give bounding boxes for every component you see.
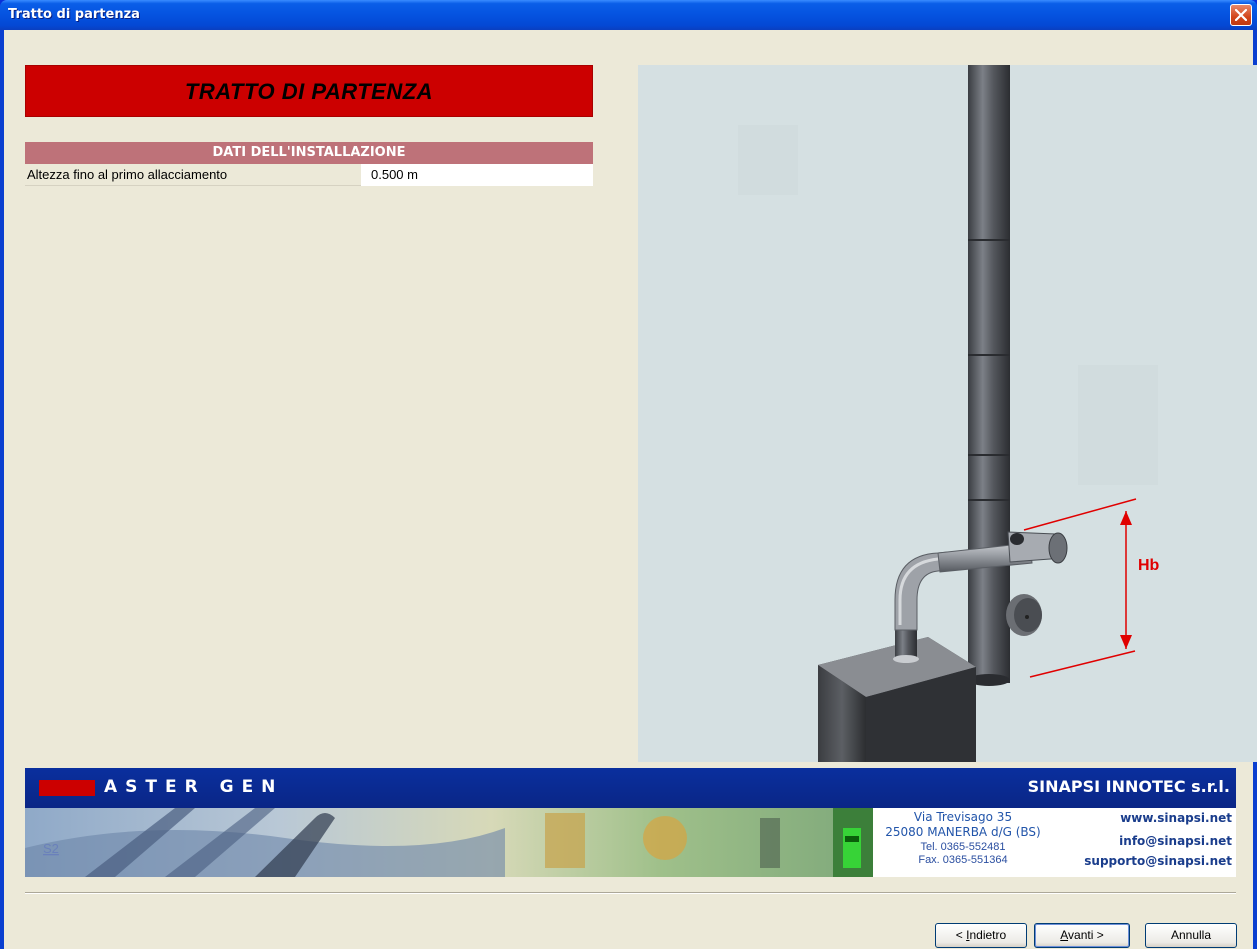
banner-artwork: S2 (25, 808, 873, 877)
hb-label: Hb (1138, 557, 1160, 574)
banner-header: ASTER GEN SINAPSI INNOTEC s.r.l. (25, 768, 1236, 808)
next-button[interactable]: Avanti > (1034, 923, 1130, 948)
support-email-link[interactable]: supporto@sinapsi.net (1084, 854, 1232, 868)
window-title: Tratto di partenza (8, 7, 140, 22)
page-heading-box: TRATTO DI PARTENZA (25, 65, 593, 117)
phone-number: Tel. 0365-552481 (920, 841, 1006, 853)
title-bar[interactable]: Tratto di partenza (0, 0, 1257, 30)
contact-info: Via Trevisago 35 25080 MANERBA d/G (BS) … (873, 808, 1236, 877)
product-brand: ASTER GEN (104, 777, 284, 797)
height-value-field[interactable]: 0.500 m (361, 164, 593, 186)
address-line-1: Via Trevisago 35 (913, 810, 1013, 824)
page-heading: TRATTO DI PARTENZA (184, 79, 434, 104)
company-banner: ASTER GEN SINAPSI INNOTEC s.r.l. S2 Via … (25, 768, 1236, 877)
address-line-2: 25080 MANERBA d/G (BS) (885, 825, 1041, 839)
dialog-content: TRATTO DI PARTENZA DATI DELL'INSTALLAZIO… (4, 30, 1257, 949)
company-name: SINAPSI INNOTEC s.r.l. (1027, 777, 1230, 796)
installation-illustration: Hb (638, 65, 1257, 762)
info-email-link[interactable]: info@sinapsi.net (1119, 834, 1232, 848)
vertical-flue (968, 65, 1010, 683)
s2-logo: S2 (43, 841, 59, 856)
close-icon (1235, 9, 1247, 21)
section-header: DATI DELL'INSTALLAZIONE (25, 142, 593, 164)
button-separator (25, 892, 1236, 894)
fax-number: Fax. 0365-551364 (918, 854, 1008, 866)
back-button[interactable]: < Indietro (935, 923, 1027, 948)
property-row: Altezza fino al primo allacciamento 0.50… (25, 164, 593, 186)
chimney-diagram: Hb (638, 65, 1257, 762)
dialog-window: Tratto di partenza TRATTO DI PARTENZA DA… (0, 0, 1257, 949)
brand-red-block (39, 780, 95, 796)
property-label: Altezza fino al primo allacciamento (27, 167, 228, 182)
close-button[interactable] (1230, 4, 1252, 26)
website-link[interactable]: www.sinapsi.net (1120, 811, 1232, 825)
cancel-button[interactable]: Annulla (1145, 923, 1237, 948)
